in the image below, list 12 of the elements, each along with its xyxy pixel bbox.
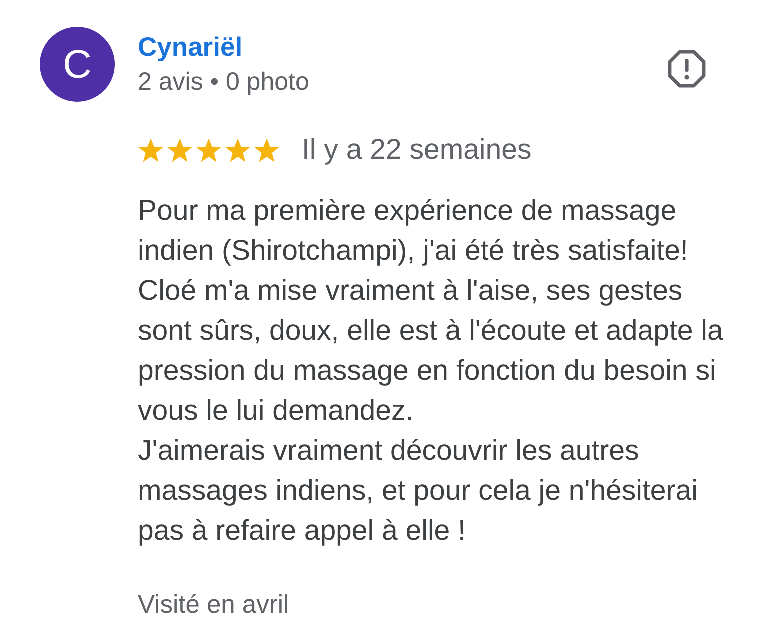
star-icon [167, 138, 193, 162]
star-icon [196, 138, 222, 162]
visit-date: Visité en avril [138, 590, 290, 620]
review-time: Il y a 22 semaines [302, 133, 532, 167]
star-icon [254, 138, 280, 162]
reviewer-stats: 2 avis • 0 photo [138, 67, 310, 97]
avatar-initial[interactable]: C [40, 27, 115, 102]
review-text: Pour ma première expérience de massage indien (Shirotchampi), j'ai été très satisfaite! Cloé m'a mise vraiment à l'aise, ses gestes sont sûrs, doux, elle est à l'écoute et adapte la pression du massage en fonction du besoin si vous le lui demandez. J'aimerais vraiment découvrir les autres massages indiens, et pour cela je n'hésiterai pas à refaire appel à elle ! [138, 194, 724, 549]
star-icon [225, 138, 251, 162]
reviewer-name[interactable]: Cynariël [138, 31, 668, 63]
star-icon [138, 138, 164, 162]
report-icon[interactable] [668, 50, 706, 88]
